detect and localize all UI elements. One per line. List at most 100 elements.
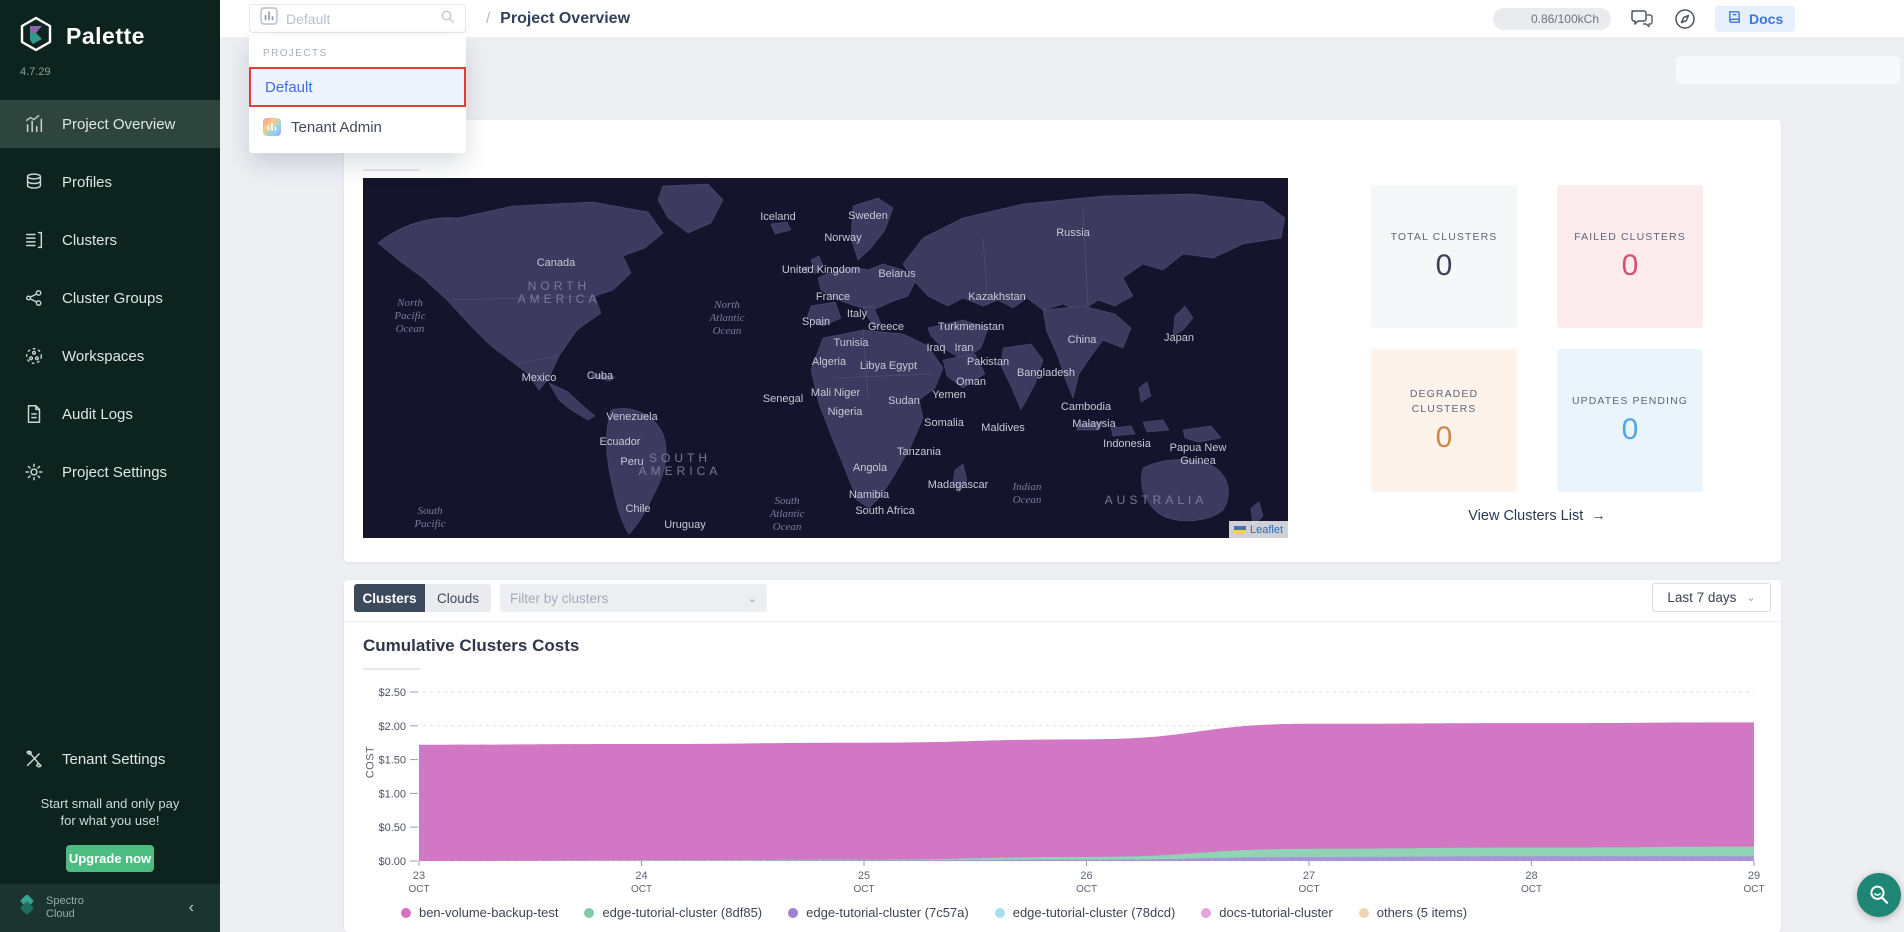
stat-label: UPDATES PENDING [1572, 394, 1688, 409]
chevron-down-icon: ⌄ [748, 592, 757, 605]
svg-text:Mexico: Mexico [522, 372, 557, 384]
svg-text:Pakistan: Pakistan [967, 356, 1009, 368]
sidebar-item-clusters[interactable]: Clusters [0, 216, 220, 264]
svg-text:Iceland: Iceland [760, 211, 795, 223]
svg-text:China: China [1068, 334, 1098, 346]
sidebar-item-project-overview[interactable]: Project Overview [0, 100, 220, 148]
svg-text:Uruguay: Uruguay [664, 519, 706, 531]
collapse-sidebar-chevron-icon[interactable]: ‹ [181, 895, 202, 921]
legend-label: ben-volume-backup-test [419, 905, 558, 920]
svg-text:Sudan: Sudan [888, 395, 920, 407]
breadcrumb-page-title[interactable]: Project Overview [500, 10, 630, 28]
title-divider [363, 668, 420, 670]
docs-button[interactable]: Docs [1715, 6, 1795, 32]
project-selector[interactable]: Default [249, 4, 466, 33]
legend-dot [401, 908, 411, 918]
filter-by-clusters-select[interactable]: ⌄ [500, 584, 767, 612]
legend-item[interactable]: edge-tutorial-cluster (7c57a) [788, 905, 969, 920]
sidebar-item-label: Project Overview [62, 116, 175, 133]
svg-text:Maldives: Maldives [981, 422, 1025, 434]
tab-clouds[interactable]: Clouds [425, 584, 491, 612]
project-option-label: Default [265, 79, 313, 96]
world-map[interactable]: IcelandSwedenNorwayRussiaCanadaUnited Ki… [363, 178, 1288, 538]
svg-text:Venezuela: Venezuela [606, 411, 658, 423]
svg-text:Italy: Italy [847, 308, 868, 320]
chat-feedback-button[interactable] [1629, 7, 1655, 31]
sidebar-item-label: Tenant Settings [62, 751, 165, 768]
legend-item[interactable]: docs-tutorial-cluster [1201, 905, 1332, 920]
legend-dot [1359, 908, 1369, 918]
svg-text:Yemen: Yemen [932, 389, 966, 401]
svg-text:Namibia: Namibia [849, 489, 890, 501]
sidebar-item-workspaces[interactable]: Workspaces [0, 332, 220, 380]
gear-icon [22, 460, 46, 484]
project-option-label: Tenant Admin [291, 119, 382, 136]
app-name: Palette [66, 23, 145, 50]
legend-item[interactable]: edge-tutorial-cluster (78dcd) [995, 905, 1176, 920]
filter-clusters-input[interactable] [510, 591, 748, 606]
sidebar: Palette 4.7.29 Project Overview Profiles [0, 0, 220, 932]
sidebar-item-project-settings[interactable]: Project Settings [0, 448, 220, 496]
palette-dashboard: Palette 4.7.29 Project Overview Profiles [0, 0, 1904, 932]
svg-text:Kazakhstan: Kazakhstan [968, 291, 1025, 303]
leaflet-link[interactable]: Leaflet [1250, 524, 1283, 536]
legend-label: edge-tutorial-cluster (8df85) [602, 905, 762, 920]
project-option-default[interactable]: Default [249, 67, 466, 107]
help-compass-button[interactable] [1673, 7, 1697, 31]
usage-quota-badge: 0.86/100kCh [1493, 8, 1611, 30]
legend-item[interactable]: edge-tutorial-cluster (8df85) [584, 905, 762, 920]
svg-text:27: 27 [1303, 870, 1315, 882]
stat-value: 0 [1436, 421, 1453, 455]
sidebar-item-profiles[interactable]: Profiles [0, 158, 220, 206]
app-logo[interactable]: Palette [18, 16, 145, 57]
svg-text:Turkmenistan: Turkmenistan [938, 321, 1004, 333]
view-clusters-list-link[interactable]: View Clusters List→ [1371, 508, 1703, 524]
svg-text:OCT: OCT [631, 884, 652, 895]
search-icon[interactable] [440, 9, 455, 29]
search-assistant-button[interactable] [1857, 873, 1901, 917]
stat-degraded-clusters: DEGRADED CLUSTERS 0 [1371, 349, 1517, 492]
upgrade-now-button[interactable]: Upgrade now [66, 845, 154, 872]
legend-label: docs-tutorial-cluster [1219, 905, 1332, 920]
svg-text:Iraq: Iraq [927, 342, 946, 354]
stat-value: 0 [1622, 249, 1639, 283]
svg-text:Canada: Canada [537, 257, 576, 269]
legend-dot [1201, 908, 1211, 918]
svg-text:NORTHAMERICA: NORTHAMERICA [518, 279, 601, 306]
svg-text:$2.00: $2.00 [378, 721, 406, 733]
cluster-costs-card: Clusters Clouds ⌄ Last 7 days ⌄ Cumulati… [344, 580, 1781, 932]
sidebar-item-audit-logs[interactable]: Audit Logs [0, 390, 220, 438]
svg-text:Cambodia: Cambodia [1061, 401, 1112, 413]
tab-clusters[interactable]: Clusters [354, 584, 425, 612]
legend-item[interactable]: others (5 items) [1359, 905, 1467, 920]
sidebar-item-label: Audit Logs [62, 406, 133, 423]
svg-text:$1.00: $1.00 [378, 788, 406, 800]
svg-text:Sweden: Sweden [848, 210, 888, 222]
legend-label: others (5 items) [1377, 905, 1467, 920]
svg-text:Tunisia: Tunisia [833, 337, 869, 349]
sidebar-item-label: Workspaces [62, 348, 144, 365]
legend-item[interactable]: ben-volume-backup-test [401, 905, 558, 920]
legend-label: edge-tutorial-cluster (78dcd) [1013, 905, 1176, 920]
svg-text:OCT: OCT [1521, 884, 1542, 895]
svg-text:$2.50: $2.50 [378, 687, 406, 699]
palette-logo-icon [18, 16, 54, 57]
node-graph-icon [22, 286, 46, 310]
svg-text:Senegal: Senegal [763, 393, 803, 405]
project-option-tenant-admin[interactable]: Tenant Admin [249, 107, 466, 147]
overview-chart-icon [22, 112, 46, 136]
sidebar-item-cluster-groups[interactable]: Cluster Groups [0, 274, 220, 322]
svg-text:OCT: OCT [408, 884, 429, 895]
costs-toolbar: Clusters Clouds ⌄ Last 7 days ⌄ [344, 580, 1781, 622]
sidebar-item-tenant-settings[interactable]: Tenant Settings [0, 735, 220, 783]
projects-section-label: PROJECTS [249, 36, 466, 67]
date-range-select[interactable]: Last 7 days ⌄ [1652, 583, 1771, 612]
svg-text:26: 26 [1080, 870, 1092, 882]
chevron-down-icon: ⌄ [1746, 591, 1755, 604]
ukraine-flag-icon [1234, 526, 1246, 534]
svg-text:29: 29 [1748, 870, 1760, 882]
svg-text:Libya: Libya [860, 360, 887, 372]
svg-text:28: 28 [1525, 870, 1537, 882]
stat-failed-clusters: FAILED CLUSTERS 0 [1557, 185, 1703, 328]
sidebar-item-label: Cluster Groups [62, 290, 163, 307]
